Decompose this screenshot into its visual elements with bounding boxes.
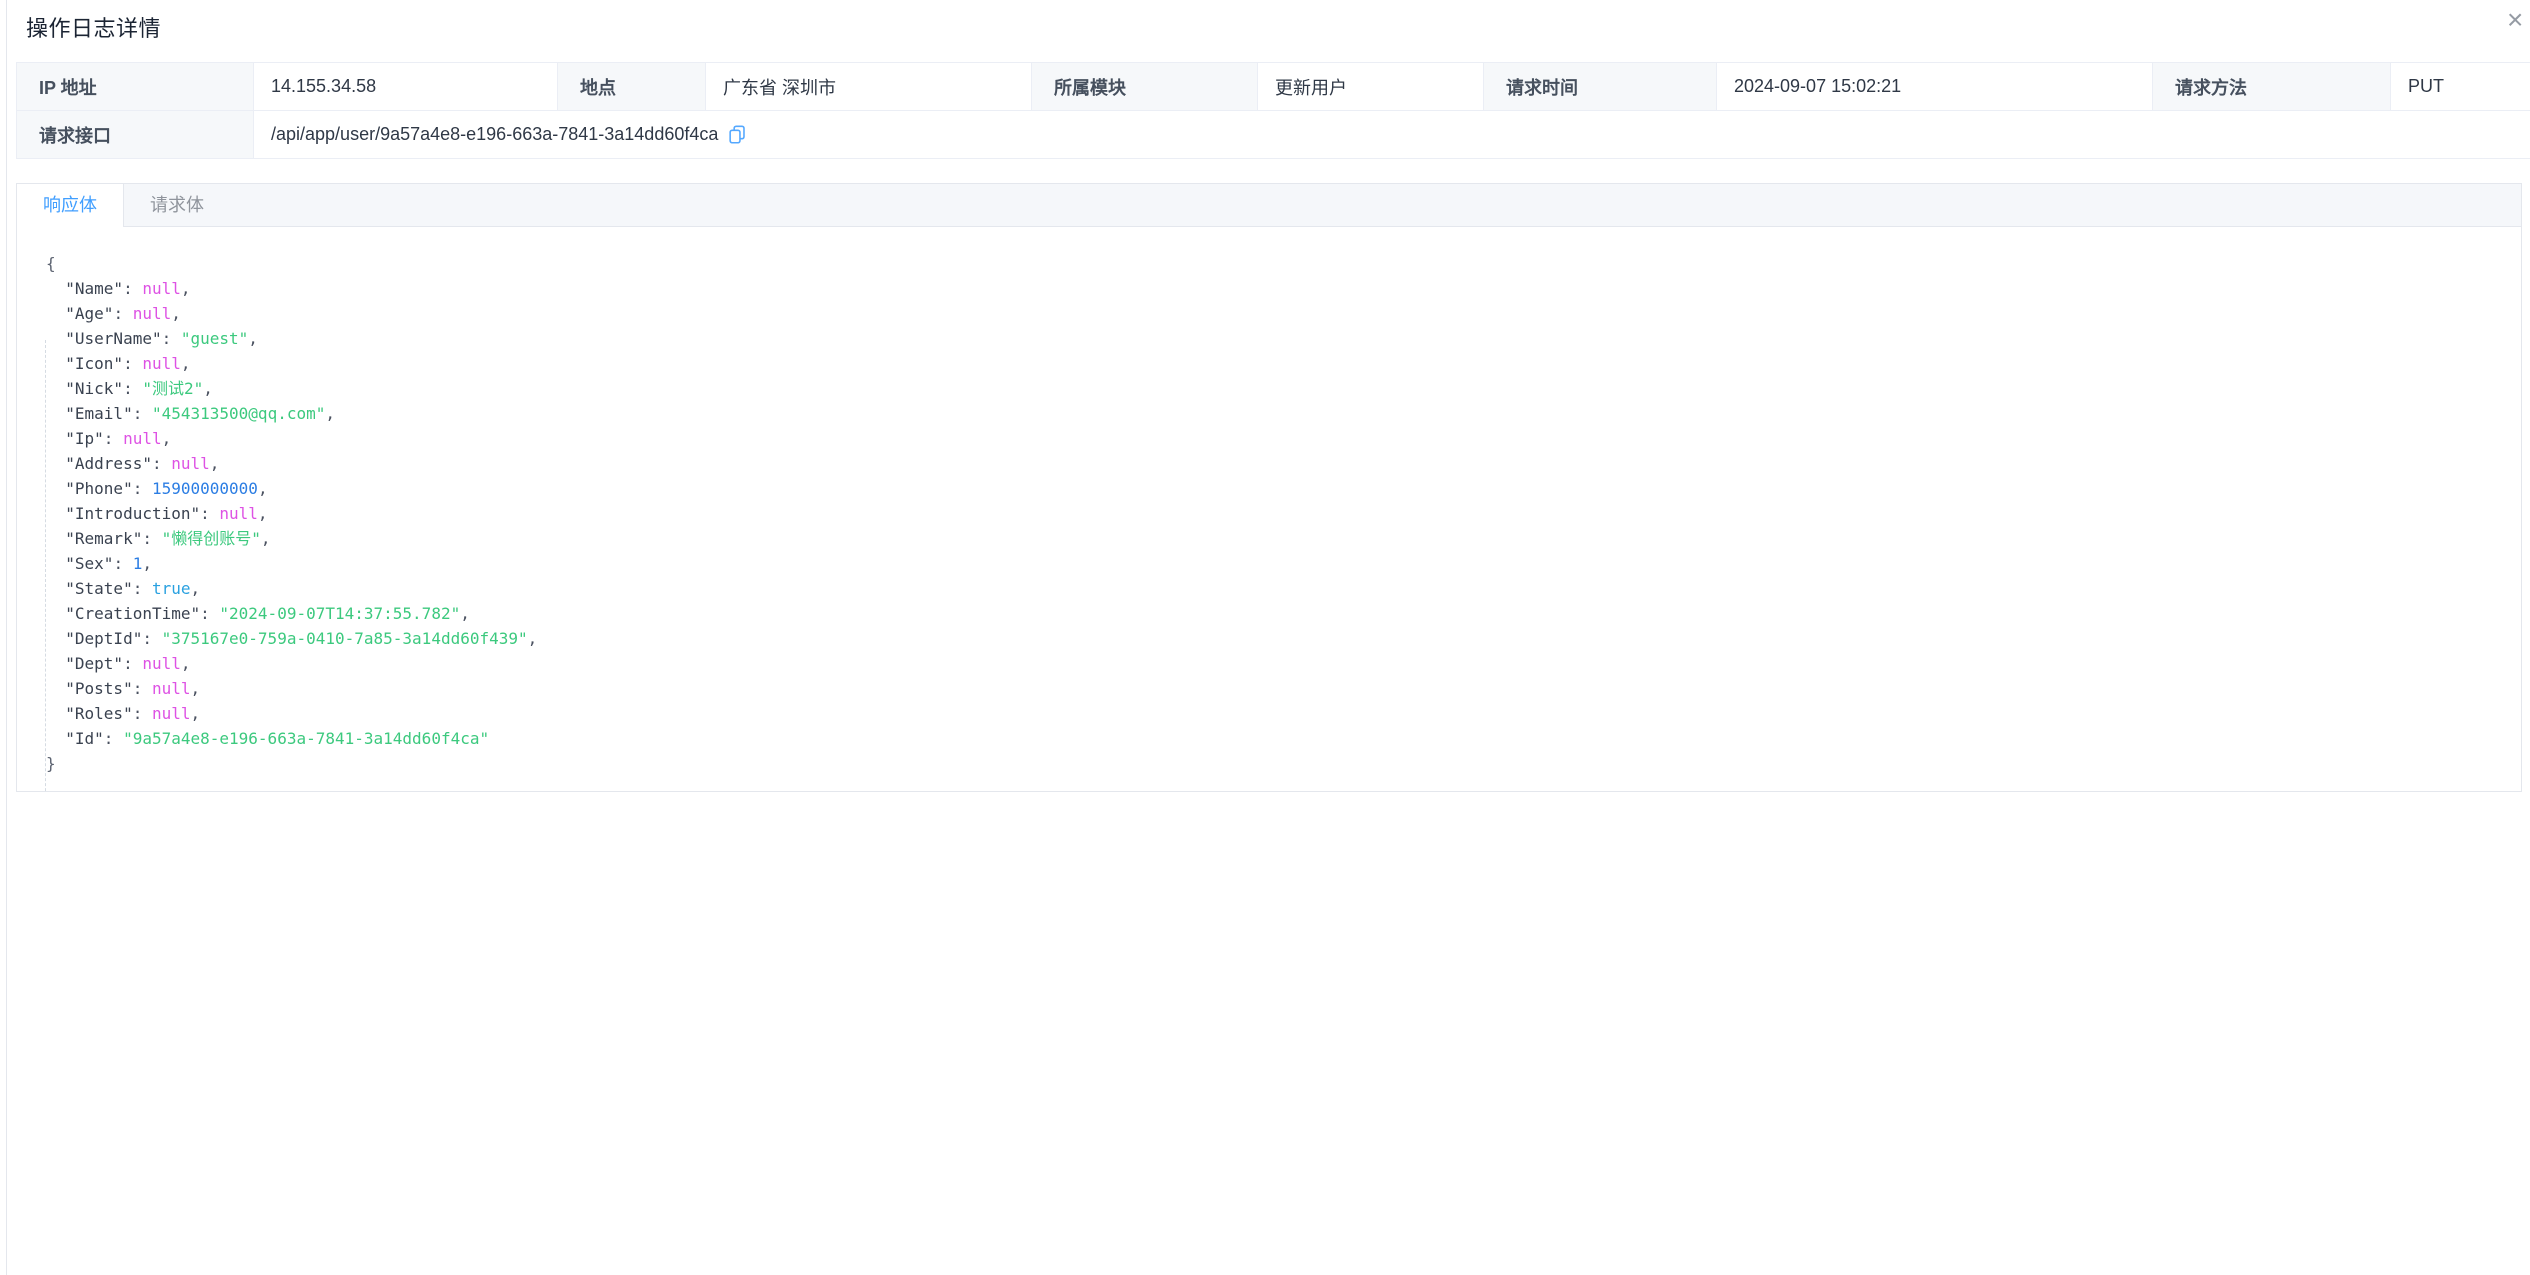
json-line: { (46, 251, 2501, 276)
drawer-left-edge (6, 0, 7, 1275)
field-label-request-time: 请求时间 (1484, 63, 1717, 111)
field-label-ip: IP 地址 (17, 63, 254, 111)
json-line: "Name": null, (46, 276, 2501, 301)
json-line: "Posts": null, (46, 676, 2501, 701)
close-icon[interactable]: × (2507, 6, 2523, 34)
body-tabs-card: 响应体 请求体 { "Name": null, "Age": null, "Us… (16, 183, 2522, 792)
tab-request-body[interactable]: 请求体 (124, 184, 230, 226)
api-path-text: /api/app/user/9a57a4e8-e196-663a-7841-3a… (271, 124, 718, 145)
tab-bar: 响应体 请求体 (17, 184, 2521, 227)
json-line: } (46, 751, 2501, 776)
indent-guide-line (45, 340, 46, 792)
operation-log-detail-drawer: { "drawer": { "title": "操作日志详情", "close_… (0, 0, 2530, 1275)
json-line: "Nick": "测试2", (46, 376, 2501, 401)
field-value-module: 更新用户 (1258, 63, 1484, 111)
copy-icon[interactable] (727, 124, 748, 145)
json-line: "Age": null, (46, 301, 2501, 326)
json-line: "Icon": null, (46, 351, 2501, 376)
json-line: "Address": null, (46, 451, 2501, 476)
field-label-api: 请求接口 (17, 111, 254, 159)
json-line: "State": true, (46, 576, 2501, 601)
field-label-method: 请求方法 (2153, 63, 2391, 111)
tab-response-body[interactable]: 响应体 (17, 184, 124, 227)
field-value-ip: 14.155.34.58 (254, 63, 558, 111)
response-json-viewer: { "Name": null, "Age": null, "UserName":… (17, 227, 2521, 792)
field-value-api-cell: /api/app/user/9a57a4e8-e196-663a-7841-3a… (254, 111, 2530, 159)
json-line: "Phone": 15900000000, (46, 476, 2501, 501)
page-title: 操作日志详情 (26, 11, 161, 43)
json-line: "UserName": "guest", (46, 326, 2501, 351)
json-line: "Ip": null, (46, 426, 2501, 451)
json-line: "Sex": 1, (46, 551, 2501, 576)
json-line: "CreationTime": "2024-09-07T14:37:55.782… (46, 601, 2501, 626)
json-line: "Roles": null, (46, 701, 2501, 726)
json-line: "Introduction": null, (46, 501, 2501, 526)
json-line: "DeptId": "375167e0-759a-0410-7a85-3a14d… (46, 626, 2501, 651)
field-value-request-time: 2024-09-07 15:02:21 (1717, 63, 2153, 111)
json-line: "Remark": "懒得创账号", (46, 526, 2501, 551)
field-value-location: 广东省 深圳市 (706, 63, 1032, 111)
json-line: "Id": "9a57a4e8-e196-663a-7841-3a14dd60f… (46, 726, 2501, 751)
field-label-location: 地点 (558, 63, 706, 111)
field-label-module: 所属模块 (1032, 63, 1258, 111)
json-line: "Dept": null, (46, 651, 2501, 676)
field-value-method: PUT (2391, 63, 2530, 111)
json-line: "Email": "454313500@qq.com", (46, 401, 2501, 426)
log-details-table: IP 地址 14.155.34.58 地点 广东省 深圳市 所属模块 更新用户 … (16, 62, 2530, 159)
json-code-block: { "Name": null, "Age": null, "UserName":… (46, 251, 2501, 776)
